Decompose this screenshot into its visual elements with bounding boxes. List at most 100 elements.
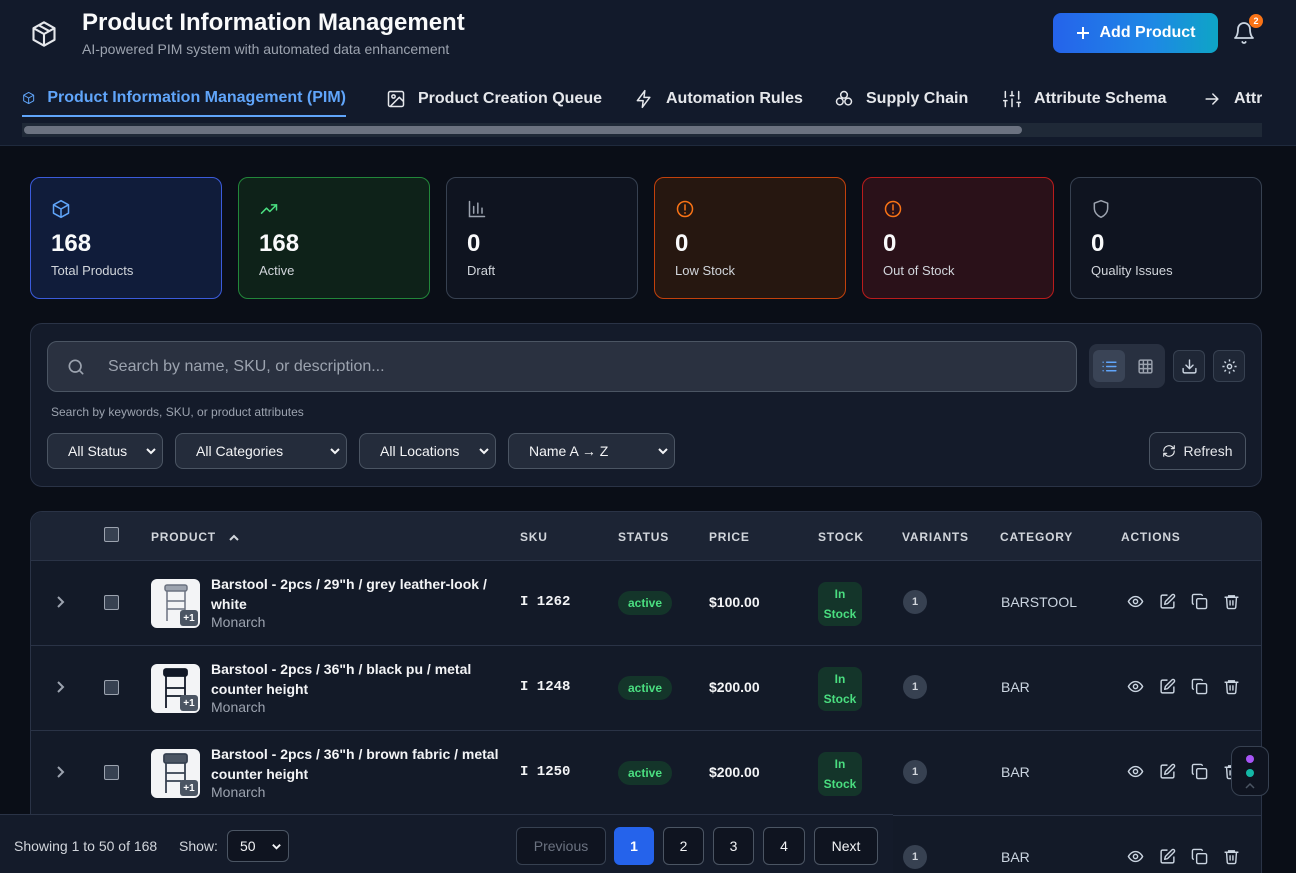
tab-pim[interactable]: Product Information Management (PIM)	[22, 80, 346, 117]
location-filter-value: All Locations	[380, 443, 460, 459]
sort-select[interactable]: Name A → Z	[508, 433, 675, 469]
page-button-1[interactable]: 1	[614, 827, 654, 865]
page-size-label: Show:	[179, 838, 218, 854]
chevron-right-icon[interactable]	[53, 595, 67, 609]
variants-count: 1	[903, 760, 927, 784]
eye-icon[interactable]	[1127, 848, 1144, 865]
column-header-status[interactable]: STATUS	[618, 530, 669, 544]
refresh-label: Refresh	[1183, 443, 1233, 459]
variants-count: 1	[903, 845, 927, 869]
copy-icon[interactable]	[1191, 848, 1208, 865]
search-input[interactable]	[108, 342, 1058, 391]
eye-icon[interactable]	[1127, 763, 1144, 780]
stat-label: Total Products	[51, 263, 134, 278]
tab-attri[interactable]: Attri	[1202, 80, 1262, 117]
tab-label: Attribute Schema	[1034, 89, 1167, 107]
page-button-3[interactable]: 3	[713, 827, 754, 865]
page-button-4[interactable]: 4	[763, 827, 805, 865]
product-price: $100.00	[709, 594, 760, 610]
stat-label: Quality Issues	[1091, 263, 1173, 278]
stock-badge: In Stock	[818, 582, 862, 626]
copy-icon[interactable]	[1191, 678, 1208, 695]
chevron-right-icon[interactable]	[53, 765, 67, 779]
edit-icon[interactable]	[1159, 678, 1176, 695]
edit-icon[interactable]	[1159, 848, 1176, 865]
stat-label: Low Stock	[675, 263, 735, 278]
trash-icon[interactable]	[1223, 593, 1240, 610]
tab-supply-chain[interactable]: Supply Chain	[834, 80, 968, 117]
refresh-button[interactable]: Refresh	[1149, 432, 1246, 470]
list-view-button[interactable]	[1093, 350, 1125, 382]
product-thumbnail[interactable]: +1	[151, 664, 200, 713]
copy-icon[interactable]	[1191, 593, 1208, 610]
tab-bar: Product Information Management (PIM) Pro…	[22, 80, 1262, 120]
tab-label: Attri	[1234, 89, 1262, 107]
category-filter[interactable]: All Categories	[175, 433, 347, 469]
row-checkbox[interactable]	[104, 680, 119, 695]
add-product-button[interactable]: Add Product	[1053, 13, 1218, 53]
page-subtitle: AI-powered PIM system with automated dat…	[82, 41, 450, 57]
tab-scrollbar[interactable]	[22, 123, 1262, 137]
product-thumbnail[interactable]: +1	[151, 749, 200, 798]
scrollbar-thumb[interactable]	[24, 126, 1022, 134]
settings-button[interactable]	[1213, 350, 1245, 382]
previous-page-button[interactable]: Previous	[516, 827, 606, 865]
column-header-product[interactable]: PRODUCT	[151, 530, 240, 544]
status-dot	[1246, 755, 1254, 763]
column-header-price[interactable]: PRICE	[709, 530, 750, 544]
page-button-2[interactable]: 2	[663, 827, 704, 865]
table-header: PRODUCT SKU STATUS PRICE STOCK VARIANTS …	[31, 512, 1261, 561]
eye-icon[interactable]	[1127, 678, 1144, 695]
stat-label: Draft	[467, 263, 496, 278]
edit-icon[interactable]	[1159, 593, 1176, 610]
column-header-variants[interactable]: VARIANTS	[902, 530, 969, 544]
stat-value: 0	[883, 230, 897, 257]
row-checkbox[interactable]	[104, 765, 119, 780]
stock-badge: In Stock	[818, 667, 862, 711]
next-page-button[interactable]: Next	[814, 827, 878, 865]
view-toggle	[1089, 344, 1165, 388]
search-hint: Search by keywords, SKU, or product attr…	[51, 405, 304, 419]
chevron-down-icon	[479, 448, 489, 455]
column-header-stock[interactable]: STOCK	[818, 530, 864, 544]
cube-icon	[23, 91, 35, 104]
copy-icon[interactable]	[1191, 763, 1208, 780]
tab-label: Product Creation Queue	[418, 89, 603, 107]
trash-icon[interactable]	[1223, 678, 1240, 695]
edit-icon[interactable]	[1159, 763, 1176, 780]
table-row[interactable]: +1 Barstool - 2pcs / 36"h / black pu / m…	[31, 646, 1261, 731]
table-row[interactable]: +1 Barstool - 2pcs / 29"h / grey leather…	[31, 561, 1261, 646]
floating-assistant-widget[interactable]	[1231, 746, 1269, 796]
row-checkbox[interactable]	[104, 595, 119, 610]
tab-attribute-schema[interactable]: Attribute Schema	[1002, 80, 1166, 117]
grid-view-button[interactable]	[1129, 350, 1161, 382]
status-filter[interactable]: All Status	[47, 433, 163, 469]
product-name[interactable]: Barstool - 2pcs / 36"h / black pu / meta…	[211, 659, 501, 699]
product-name[interactable]: Barstool - 2pcs / 36"h / brown fabric / …	[211, 744, 501, 784]
download-icon	[1181, 358, 1197, 374]
trash-icon[interactable]	[1223, 848, 1240, 865]
product-brand: Monarch	[211, 614, 266, 630]
chevron-down-icon	[330, 448, 340, 455]
select-all-checkbox[interactable]	[104, 527, 119, 542]
tab-automation-rules[interactable]: Automation Rules	[634, 80, 803, 117]
column-header-sku[interactable]: SKU	[520, 530, 548, 544]
product-name[interactable]: Barstool - 2pcs / 29"h / grey leather-lo…	[211, 574, 501, 614]
page-size-select[interactable]: 50	[227, 830, 289, 862]
search-box[interactable]	[47, 341, 1077, 392]
chevron-right-icon[interactable]	[53, 680, 67, 694]
tab-label: Automation Rules	[666, 89, 803, 107]
stat-value: 0	[467, 230, 481, 257]
add-product-label: Add Product	[1099, 24, 1196, 41]
chevron-down-icon	[272, 844, 281, 850]
download-button[interactable]	[1173, 350, 1205, 382]
product-category: BARSTOOL	[1001, 594, 1077, 610]
column-header-category[interactable]: CATEGORY	[1000, 530, 1073, 544]
eye-icon[interactable]	[1127, 593, 1144, 610]
product-thumbnail[interactable]: +1	[151, 579, 200, 628]
location-filter[interactable]: All Locations	[359, 433, 496, 469]
tab-product-creation-queue[interactable]: Product Creation Queue	[386, 80, 602, 117]
stat-card-quality-issues: 0 Quality Issues	[1070, 177, 1262, 299]
cube-logo-icon	[32, 21, 56, 47]
table-row[interactable]: +1 Barstool - 2pcs / 36"h / brown fabric…	[31, 731, 1261, 816]
